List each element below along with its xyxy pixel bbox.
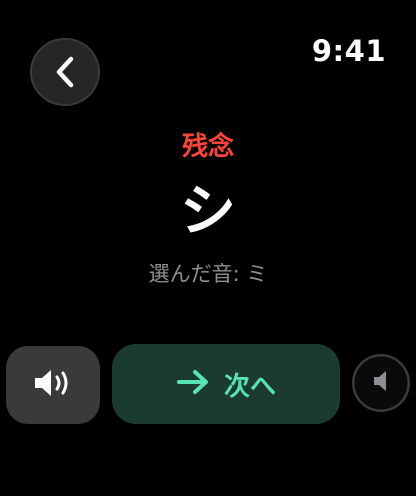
back-button[interactable] [30, 38, 100, 106]
kana-character: シ [180, 179, 236, 244]
next-button[interactable]: 次へ [112, 344, 340, 424]
arrow-right-icon [176, 369, 210, 399]
play-sound-button[interactable] [6, 346, 100, 424]
mini-sound-button[interactable] [352, 354, 410, 412]
selected-sound-text: 選んだ音: ミ [148, 262, 268, 286]
speaker-wave-icon [32, 367, 74, 403]
result-label: 残念 [181, 132, 234, 162]
speaker-icon [371, 369, 391, 397]
status-time: 9:41 [311, 34, 386, 68]
next-button-label: 次へ [223, 371, 276, 402]
chevron-left-icon [53, 55, 77, 89]
